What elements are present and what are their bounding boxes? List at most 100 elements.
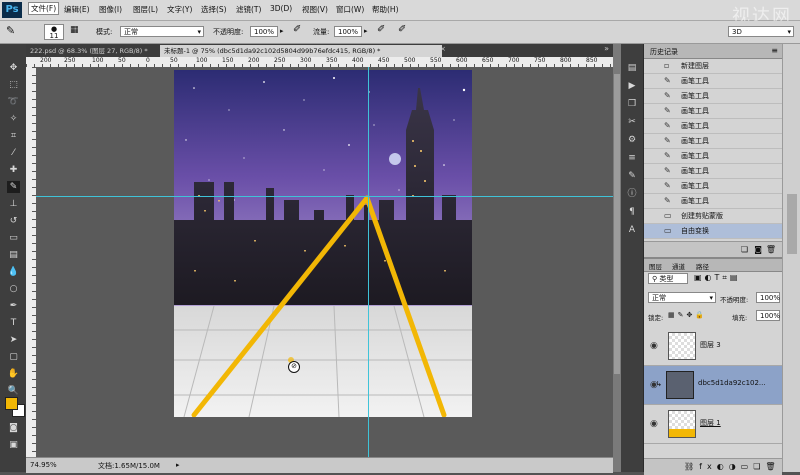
menu-type[interactable]: 文字(Y)	[167, 4, 192, 15]
marquee-tool-icon[interactable]: ⬚	[7, 79, 20, 91]
zoom-tool-icon[interactable]: 🔍	[7, 385, 20, 397]
layer-filter-select[interactable]: ⚲ 类型	[648, 273, 688, 284]
brush-tool-icon[interactable]: ✎	[6, 24, 15, 37]
history-panel-title[interactable]: 历史记录	[650, 47, 678, 57]
vertical-guide[interactable]	[368, 67, 369, 457]
blend-mode-select[interactable]: 正常 ▾	[648, 292, 716, 303]
history-item[interactable]: ✎ 画笔工具	[644, 104, 782, 119]
crop-tool-icon[interactable]: ⌗	[7, 130, 20, 142]
path-select-tool-icon[interactable]: ➤	[7, 334, 20, 346]
menu-view[interactable]: 视图(V)	[302, 4, 328, 15]
panel-scrollbar[interactable]	[782, 44, 800, 472]
history-brush-tool-icon[interactable]: ↺	[7, 215, 20, 227]
history-item[interactable]: ✎ 画笔工具	[644, 164, 782, 179]
type-tool-icon[interactable]: T	[7, 317, 20, 329]
layer-filter-icons[interactable]: ▣◐T⌗▤	[694, 273, 741, 283]
dodge-tool-icon[interactable]: ○	[7, 283, 20, 295]
flow-dropdown-icon[interactable]: ▸	[364, 27, 368, 35]
history-item[interactable]: ✎ 画笔工具	[644, 134, 782, 149]
workspace-select[interactable]: 3D ▾	[728, 26, 794, 37]
layer-name[interactable]: 图层 3	[700, 340, 721, 350]
quick-select-tool-icon[interactable]: ✧	[7, 113, 20, 125]
hand-tool-icon[interactable]: ✋	[7, 368, 20, 380]
history-item[interactable]: ✎ 画笔工具	[644, 74, 782, 89]
history-item[interactable]: ✎ 画笔工具	[644, 194, 782, 209]
brush-tool-icon[interactable]: ✎	[7, 181, 20, 193]
menu-layer[interactable]: 图层(L)	[133, 4, 158, 15]
menu-filter[interactable]: 滤镜(T)	[236, 4, 261, 15]
fill-input[interactable]: 100%	[756, 310, 780, 321]
history-item[interactable]: ▭ 创建剪贴蒙版	[644, 209, 782, 224]
trash-icon[interactable]: 🗑	[766, 245, 776, 254]
opacity-dropdown-icon[interactable]: ▸	[280, 27, 284, 35]
tab-paths[interactable]: 路径	[696, 261, 709, 271]
eyedropper-tool-icon[interactable]: ⁄	[7, 147, 20, 159]
shape-tool-icon[interactable]: ▢	[7, 351, 20, 363]
paragraph-panel-icon[interactable]: ¶	[626, 206, 638, 218]
horizontal-guide[interactable]	[36, 196, 613, 197]
history-item[interactable]: ✎ 画笔工具	[644, 119, 782, 134]
tab-untitled-1[interactable]: 未标题-1 @ 75% (dbc5d1da92c102d5804d99b76ef…	[160, 45, 442, 57]
history-item[interactable]: ✎ 画笔工具	[644, 179, 782, 194]
foreground-color-swatch[interactable]	[5, 397, 18, 410]
brush-panel-icon[interactable]: ▦	[70, 25, 79, 35]
stamp-tool-icon[interactable]: ⊥	[7, 198, 20, 210]
layer-name[interactable]: dbc5d1da92c102...	[698, 379, 766, 387]
lasso-tool-icon[interactable]: ➰	[7, 96, 20, 108]
character-panel-icon[interactable]: A	[626, 224, 638, 236]
canvas-vertical-scrollbar[interactable]	[613, 44, 621, 472]
tab-layers[interactable]: 图层	[649, 261, 662, 271]
history-item[interactable]: ▫ 新建图层	[644, 59, 782, 74]
layer-opacity-input[interactable]: 100%	[756, 292, 780, 303]
pressure-size-icon[interactable]: ✐	[398, 24, 406, 35]
adjustments-panel-icon[interactable]: ⚙	[626, 134, 638, 146]
brush-preset-picker[interactable]: ● 11	[44, 24, 64, 40]
move-tool-icon[interactable]: ✥	[7, 62, 20, 74]
brush-panel-icon[interactable]: ✎	[626, 170, 638, 182]
layer-row[interactable]: ◉ 图层 1	[644, 405, 782, 444]
opacity-input[interactable]: 100%	[250, 26, 278, 37]
menu-3d[interactable]: 3D(D)	[270, 4, 292, 13]
layer-comps-icon[interactable]: ❒	[626, 98, 638, 110]
tab-222-psd[interactable]: 222.psd @ 68.3% (图层 27, RGB/8) *	[26, 45, 162, 57]
menu-image[interactable]: 图像(I)	[99, 4, 122, 15]
menu-file[interactable]: 文件(F)	[28, 2, 60, 15]
snapshot-icon[interactable]: ❏	[741, 245, 748, 254]
zoom-level[interactable]: 74.95%	[30, 461, 57, 469]
layer-row-selected[interactable]: ◉ ↳ dbc5d1da92c102...	[644, 366, 782, 405]
tab-channels[interactable]: 通道	[672, 261, 685, 271]
gradient-tool-icon[interactable]: ▤	[7, 249, 20, 261]
quick-mask-icon[interactable]: ◙	[7, 422, 20, 434]
camera-icon[interactable]: ◙	[754, 245, 762, 254]
screen-mode-icon[interactable]: ▣	[7, 439, 20, 451]
menu-help[interactable]: 帮助(H)	[372, 4, 399, 15]
history-item-selected[interactable]: ▭ 自由变换	[644, 224, 782, 239]
mode-select[interactable]: 正常 ▾	[120, 26, 204, 37]
blur-tool-icon[interactable]: 💧	[7, 266, 20, 278]
menu-edit[interactable]: 编辑(E)	[64, 4, 90, 15]
layer-footer-icons[interactable]: ⛓fx◐◑▭❏🗑	[684, 462, 781, 471]
airbrush-icon[interactable]: ✐	[377, 24, 385, 35]
eye-icon[interactable]: ◉	[650, 341, 658, 351]
status-menu-icon[interactable]: ▸	[176, 461, 180, 469]
panel-menu-icon[interactable]: ≡	[771, 46, 778, 55]
tab-overflow-icon[interactable]: »	[604, 44, 609, 53]
history-item[interactable]: ✎ 画笔工具	[644, 149, 782, 164]
lock-icons[interactable]: ▦✎✥🔒	[668, 311, 707, 319]
close-icon[interactable]: ×	[440, 45, 446, 53]
actions-panel-icon[interactable]: ▶	[626, 80, 638, 92]
tool-presets-icon[interactable]: ✂	[626, 116, 638, 128]
eye-icon[interactable]: ◉	[650, 419, 658, 429]
flow-input[interactable]: 100%	[334, 26, 362, 37]
history-panel-icon[interactable]: ▤	[626, 62, 638, 74]
menu-select[interactable]: 选择(S)	[201, 4, 227, 15]
layer-row[interactable]: ◉ 图层 3	[644, 327, 782, 366]
info-panel-icon[interactable]: ⓘ	[626, 188, 638, 200]
properties-panel-icon[interactable]: ≡	[626, 152, 638, 164]
menu-window[interactable]: 窗口(W)	[336, 4, 364, 15]
pressure-opacity-icon[interactable]: ✐	[293, 24, 301, 35]
layer-name[interactable]: 图层 1	[700, 418, 721, 428]
healing-tool-icon[interactable]: ✚	[7, 164, 20, 176]
history-item[interactable]: ✎ 画笔工具	[644, 89, 782, 104]
eraser-tool-icon[interactable]: ▭	[7, 232, 20, 244]
